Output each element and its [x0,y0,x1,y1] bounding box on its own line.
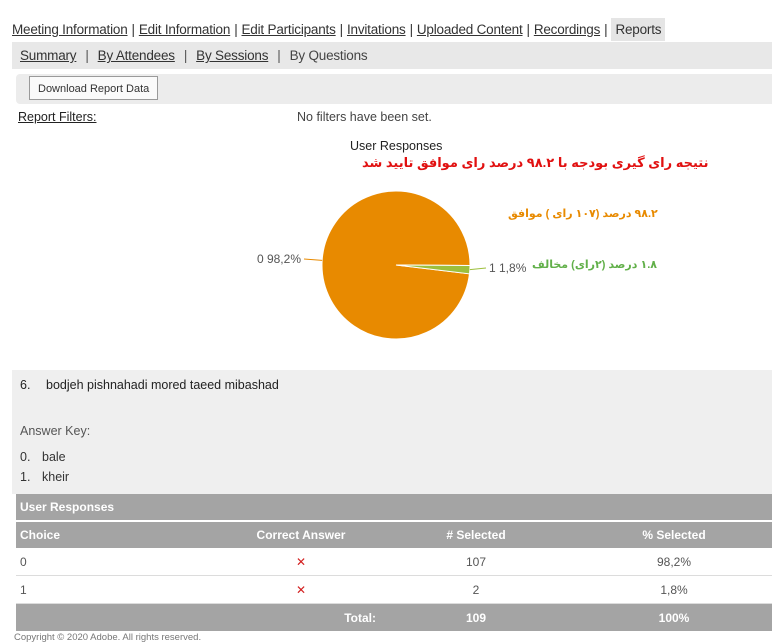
answer-item: 1. kheir [20,470,69,484]
question-block: 6. bodjeh pishnahadi mored taeed mibasha… [12,370,772,494]
copyright-text: Copyright © 2020 Adobe. All rights reser… [14,632,202,643]
pie-slice-label: 1 1,8% [489,261,527,275]
answer-index: 1. [20,470,31,484]
cell-selected-percent: 1,8% [660,582,688,597]
total-selected-percent: 100% [658,610,690,625]
answer-text: bale [42,450,66,464]
pie-leader-line [469,267,487,271]
total-selected-count: 109 [465,610,487,625]
answer-key-label: Answer Key: [20,424,91,438]
question-text: bodjeh pishnahadi mored taeed mibashad [46,378,279,392]
cell-selected-count: 107 [465,554,487,569]
answer-text: kheir [42,470,70,484]
table-total-row: Total: 109 100% [16,604,772,631]
table-header: Choice Correct Answer # Selected % Selec… [16,522,772,548]
answer-item: 0. bale [20,450,66,464]
header-choice: Choice [20,528,61,542]
incorrect-icon: ✕ [295,554,307,569]
cell-selected-count: 2 [472,582,480,597]
table-row: 0 ✕ 107 98,2% [16,548,772,576]
pie-chart: 0 98,2% 1 1,8% [257,190,527,340]
header-selected-count: # Selected [446,528,506,542]
table-caption: User Responses [16,494,772,522]
header-selected-percent: % Selected [642,528,706,542]
table-row: 1 ✕ 2 1,8% [16,576,772,604]
pie-leader-line [303,258,323,261]
cell-selected-percent: 98,2% [656,554,692,569]
question-number: 6. [20,378,31,392]
pie-slice-label: 0 98,2% [257,252,301,266]
total-label: Total: [344,610,376,625]
incorrect-icon: ✕ [295,582,307,597]
answer-index: 0. [20,450,31,464]
user-responses-table: User Responses Choice Correct Answer # S… [16,494,772,631]
cell-choice: 0 [20,554,27,569]
cell-choice: 1 [20,582,27,597]
header-correct-answer: Correct Answer [256,528,346,542]
